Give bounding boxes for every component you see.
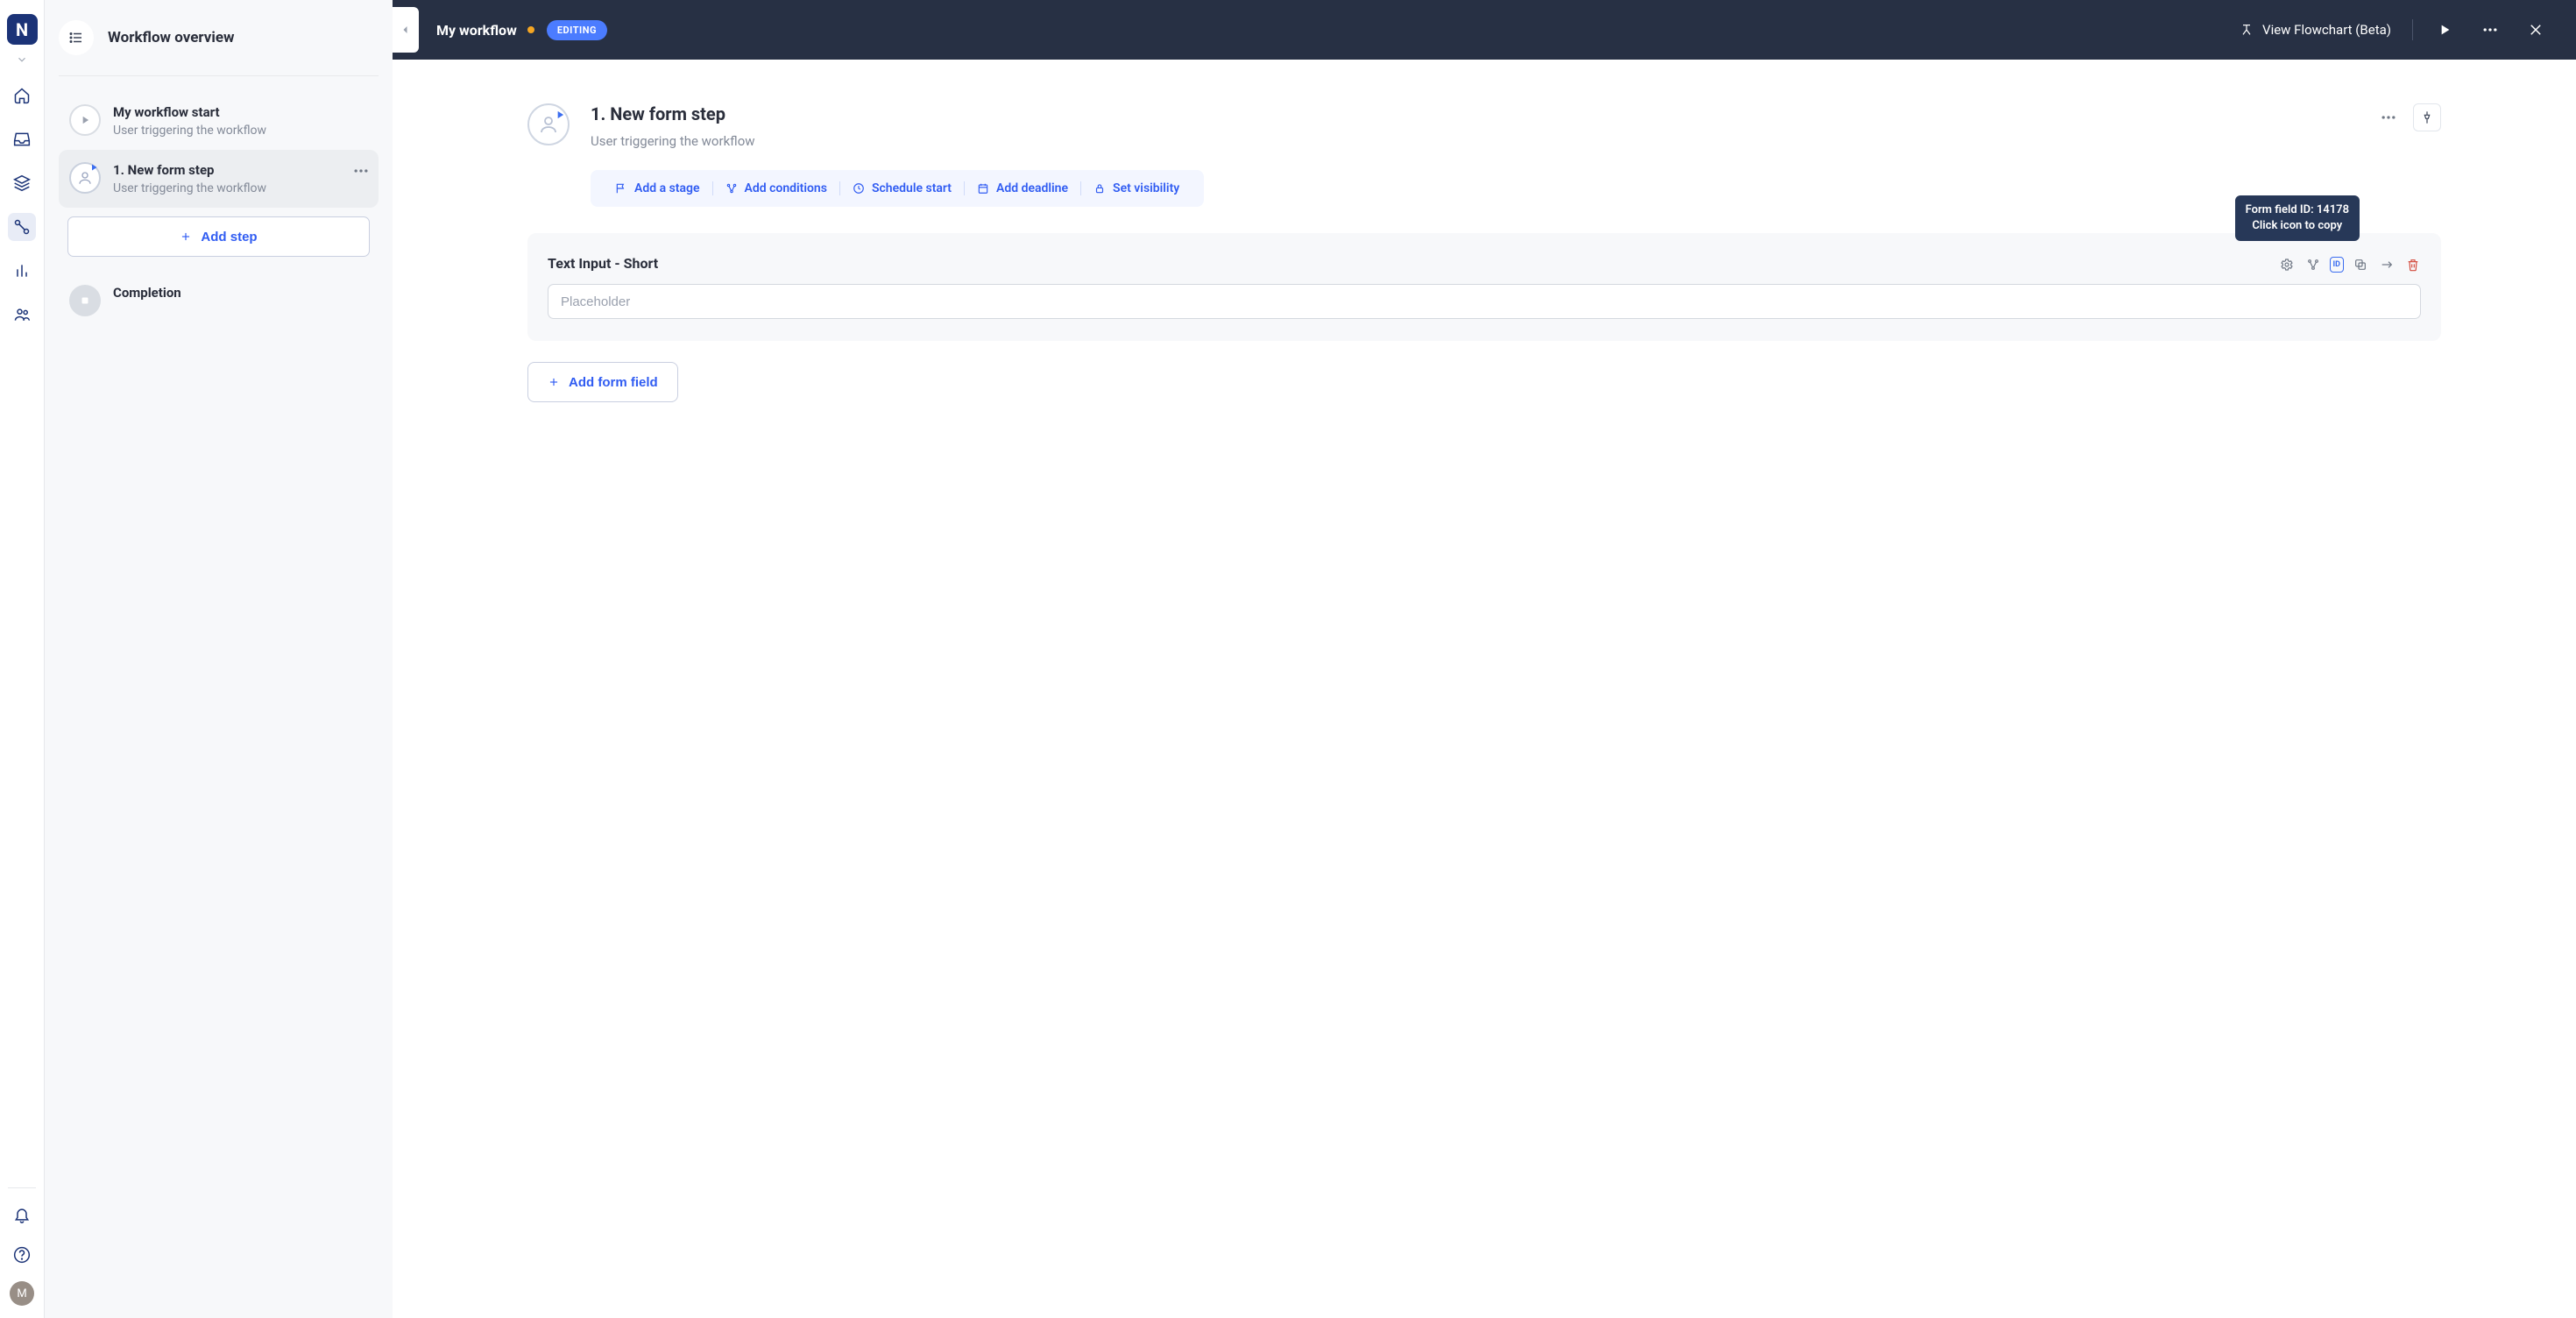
set-visibility-label: Set visibility xyxy=(1113,181,1179,195)
add-stage-button[interactable]: Add a stage xyxy=(603,181,713,195)
more-options-button[interactable] xyxy=(2476,16,2504,44)
field-label: Text Input - Short xyxy=(548,255,2421,272)
topbar: My workflow EDITING View Flowchart (Beta… xyxy=(393,0,2576,60)
form-field-card: Form field ID: 14178 Click icon to copy … xyxy=(527,233,2441,341)
topbar-divider xyxy=(2412,19,2413,40)
step-title: Completion xyxy=(113,285,181,301)
analytics-icon[interactable] xyxy=(8,257,36,285)
collapse-sidebar-button[interactable] xyxy=(393,7,419,53)
close-button[interactable] xyxy=(2522,16,2550,44)
step-item-completion[interactable]: Completion xyxy=(59,273,379,329)
help-icon[interactable] xyxy=(8,1241,36,1269)
field-delete-icon[interactable] xyxy=(2403,255,2423,274)
view-flowchart-label: View Flowchart (Beta) xyxy=(2262,22,2391,38)
step-subtitle: User triggering the workflow xyxy=(113,124,266,138)
status-badge: EDITING xyxy=(547,20,607,40)
nav-rail-bottom-group: M xyxy=(8,1201,36,1318)
app-logo[interactable]: N xyxy=(7,14,38,45)
field-id-tooltip: Form field ID: 14178 Click icon to copy xyxy=(2235,195,2360,241)
workflow-sidebar: Workflow overview My workflow start User… xyxy=(45,0,393,1318)
field-toolbar: ID xyxy=(2277,255,2423,274)
run-workflow-button[interactable] xyxy=(2431,16,2459,44)
set-visibility-button[interactable]: Set visibility xyxy=(1081,181,1192,195)
step-title: My workflow start xyxy=(113,104,266,120)
workflow-title: My workflow xyxy=(436,22,517,39)
step-header-icon xyxy=(527,103,570,145)
step-list: My workflow start User triggering the wo… xyxy=(59,76,379,329)
add-form-field-button[interactable]: Add form field xyxy=(527,362,678,402)
add-deadline-button[interactable]: Add deadline xyxy=(965,181,1081,195)
nav-rail-main-group xyxy=(8,81,36,329)
add-conditions-label: Add conditions xyxy=(745,181,827,195)
add-step-button[interactable]: Add step xyxy=(67,216,370,257)
add-form-field-label: Add form field xyxy=(569,375,658,390)
pin-button[interactable] xyxy=(2413,103,2441,131)
clock-icon xyxy=(853,182,865,195)
chevron-down-icon[interactable] xyxy=(16,53,28,66)
field-move-icon[interactable] xyxy=(2377,255,2396,274)
add-step-label: Add step xyxy=(201,230,257,244)
completion-icon xyxy=(69,285,101,316)
workflow-icon[interactable] xyxy=(8,213,36,241)
field-id-icon[interactable]: ID xyxy=(2330,257,2344,273)
field-settings-icon[interactable] xyxy=(2277,255,2296,274)
calendar-icon xyxy=(977,182,989,195)
text-input-field[interactable] xyxy=(548,284,2421,319)
user-avatar-letter: M xyxy=(17,1287,26,1300)
sidebar-title: Workflow overview xyxy=(108,29,235,46)
flowchart-icon xyxy=(2240,23,2254,37)
add-conditions-button[interactable]: Add conditions xyxy=(713,181,840,195)
step-subtitle: User triggering the workflow xyxy=(113,181,266,195)
play-circle-icon xyxy=(69,104,101,136)
main-area: My workflow EDITING View Flowchart (Beta… xyxy=(393,0,2576,1318)
tooltip-line2: Click icon to copy xyxy=(2252,219,2342,232)
schedule-start-button[interactable]: Schedule start xyxy=(840,181,965,195)
view-flowchart-button[interactable]: View Flowchart (Beta) xyxy=(2240,22,2391,38)
step-item-form[interactable]: 1. New form step User triggering the wor… xyxy=(59,150,379,208)
inbox-icon[interactable] xyxy=(8,125,36,153)
lock-icon xyxy=(1093,182,1106,195)
step-title: 1. New form step xyxy=(113,162,266,178)
home-icon[interactable] xyxy=(8,81,36,110)
user-step-icon xyxy=(69,162,101,194)
step-item-start[interactable]: My workflow start User triggering the wo… xyxy=(59,92,379,150)
tooltip-line1: Form field ID: 14178 xyxy=(2246,203,2349,216)
sidebar-header: Workflow overview xyxy=(59,0,379,76)
layers-icon[interactable] xyxy=(8,169,36,197)
flag-icon xyxy=(615,182,627,195)
unsaved-indicator-icon xyxy=(527,26,534,33)
field-branch-icon[interactable] xyxy=(2304,255,2323,274)
add-deadline-label: Add deadline xyxy=(996,181,1068,195)
step-header-subtitle: User triggering the workflow xyxy=(591,133,755,149)
add-stage-label: Add a stage xyxy=(634,181,700,195)
step-more-button[interactable] xyxy=(2378,107,2399,128)
overview-icon xyxy=(59,20,94,55)
branch-icon xyxy=(725,182,738,195)
schedule-start-label: Schedule start xyxy=(872,181,952,195)
step-more-icon[interactable] xyxy=(352,162,370,180)
step-header: 1. New form step User triggering the wor… xyxy=(527,103,2441,149)
users-icon[interactable] xyxy=(8,301,36,329)
step-header-title: 1. New form step xyxy=(591,103,755,124)
user-avatar[interactable]: M xyxy=(10,1281,34,1306)
canvas: 1. New form step User triggering the wor… xyxy=(393,60,2576,1318)
step-action-bar: Add a stage Add conditions Schedule star… xyxy=(591,170,1204,207)
nav-rail: N M xyxy=(0,0,45,1318)
app-logo-letter: N xyxy=(16,19,28,40)
bell-icon[interactable] xyxy=(8,1201,36,1229)
field-copy-icon[interactable] xyxy=(2351,255,2370,274)
